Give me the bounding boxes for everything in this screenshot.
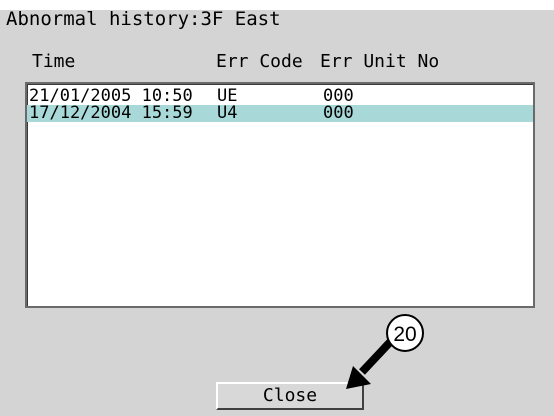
arrow-pointer-icon <box>346 337 395 389</box>
callout-number: 20 <box>393 323 416 346</box>
callout-annotation: 20 <box>346 314 424 389</box>
dialog-panel: Abnormal history:3F East Time Err Code E… <box>0 0 554 416</box>
